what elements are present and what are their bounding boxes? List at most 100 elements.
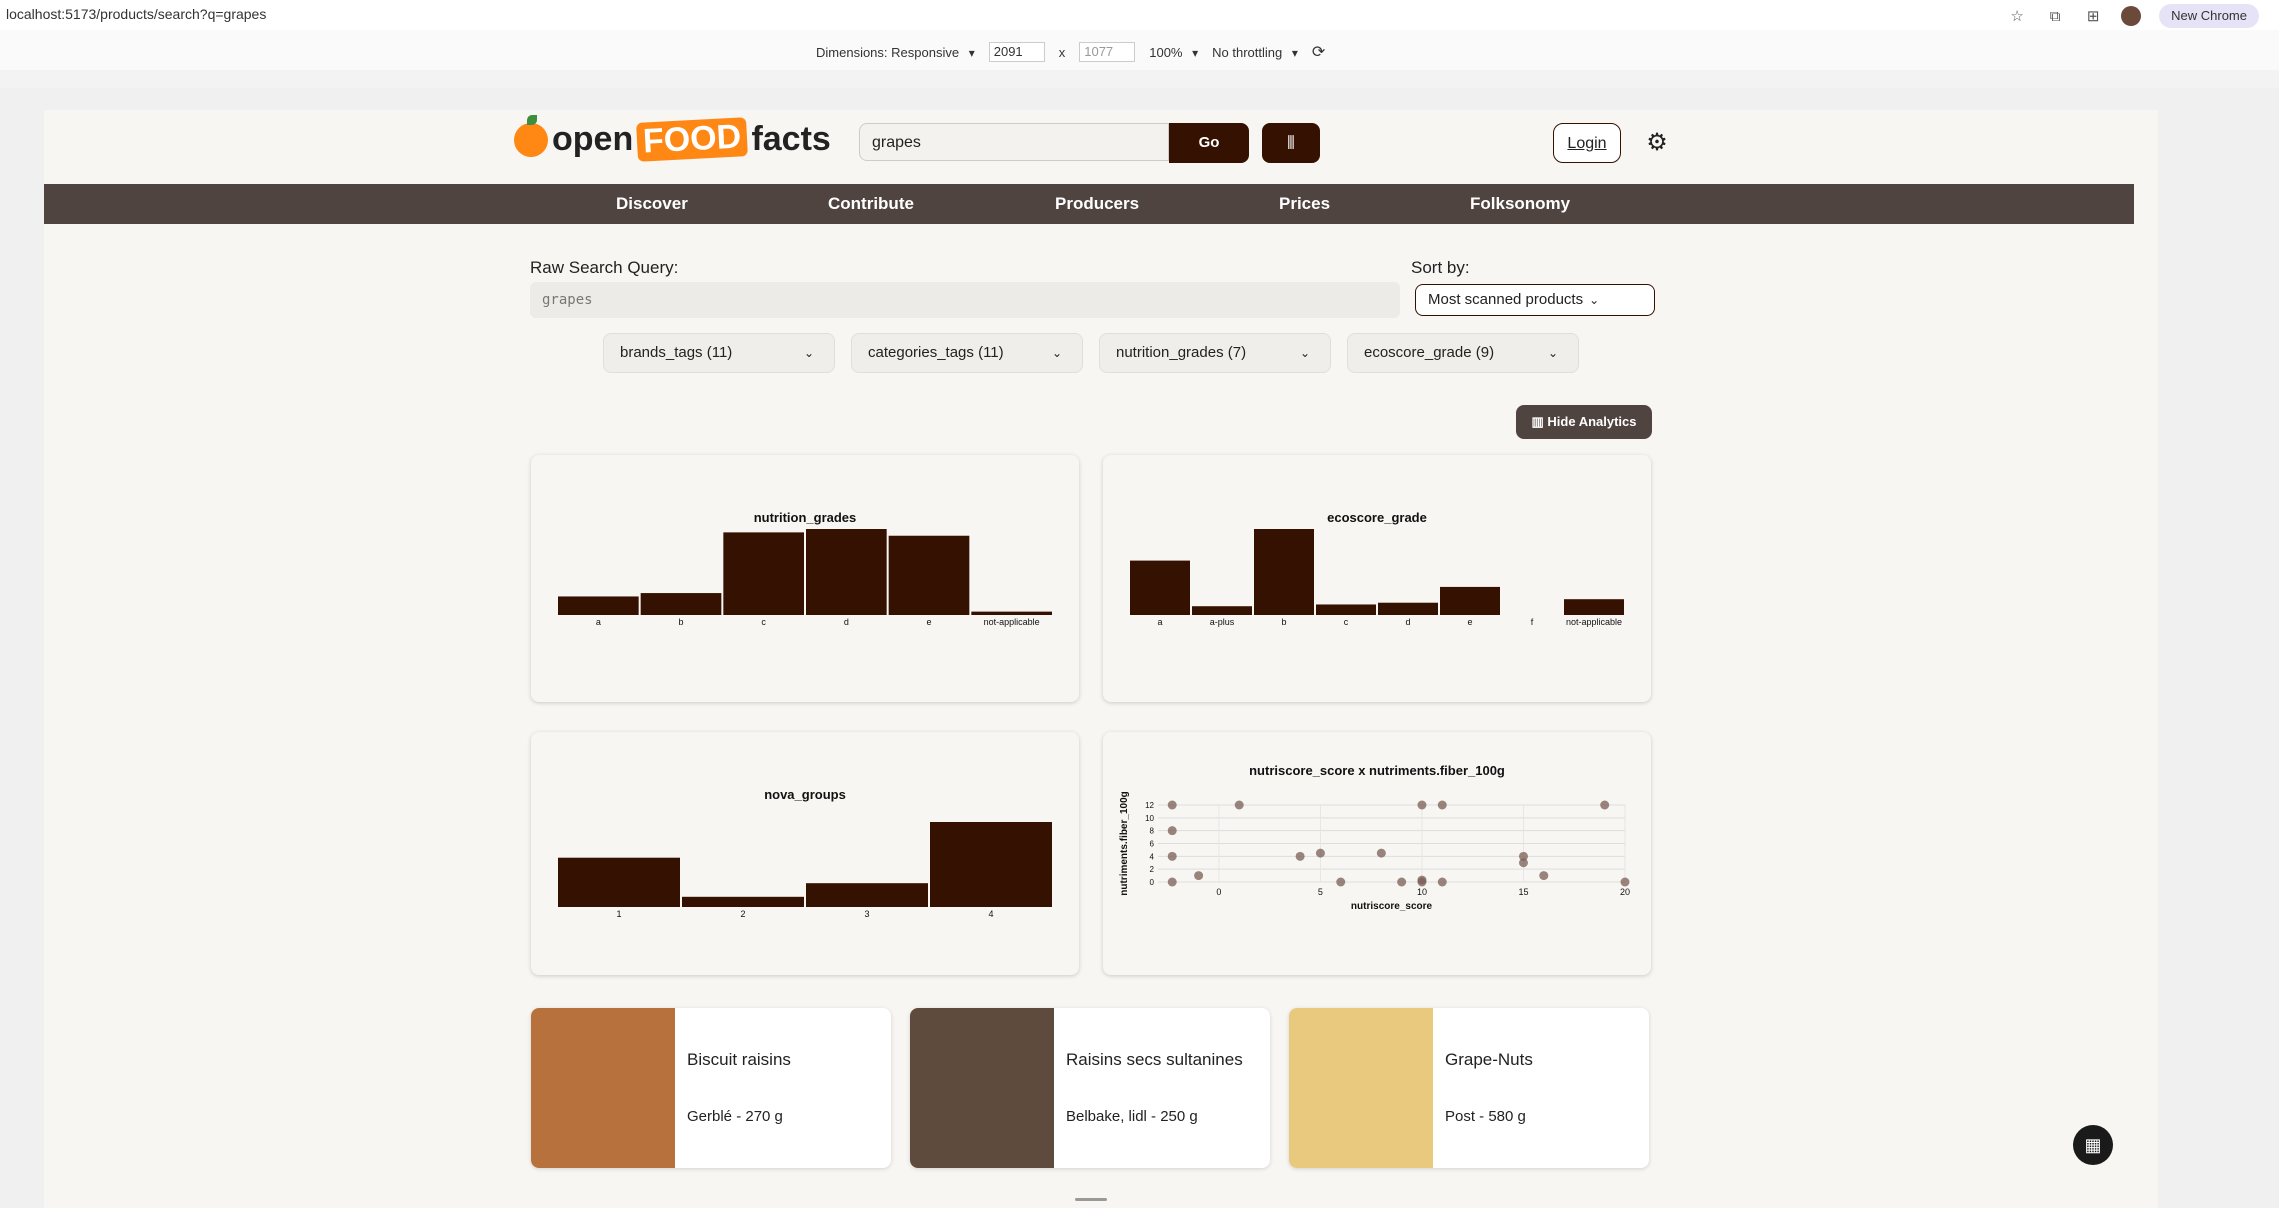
width-input[interactable]: 2091 — [988, 42, 1045, 62]
go-button[interactable]: Go — [1169, 123, 1249, 163]
nav-item-contribute[interactable]: Contribute — [828, 184, 914, 224]
bar-chart-icon: ▥ — [1531, 414, 1544, 429]
scatter-point — [1167, 851, 1177, 861]
x-tick-label: 0 — [1216, 887, 1221, 897]
tick-label: d — [1405, 617, 1410, 627]
chart-bar — [558, 857, 680, 907]
tick-label: 2 — [740, 909, 745, 919]
chevron-down-icon: ⌄ — [803, 346, 814, 360]
open-food-facts-logo[interactable]: open FOOD facts — [514, 114, 831, 162]
url-text[interactable]: localhost:5173/products/search?q=grapes — [6, 6, 266, 22]
y-axis-label: nutriments.fiber_100g — [1119, 791, 1130, 895]
nav-item-prices[interactable]: Prices — [1279, 184, 1330, 224]
nav-item-discover[interactable]: Discover — [616, 184, 688, 224]
scatter-point — [1376, 848, 1386, 858]
x-tick-label: 20 — [1620, 887, 1630, 897]
chart-bar — [1564, 599, 1624, 615]
x-tick-label: 10 — [1417, 887, 1427, 897]
y-tick-label: 6 — [1150, 840, 1155, 849]
tick-label: not-applicable — [1566, 617, 1622, 627]
hide-analytics-button[interactable]: ▥ Hide Analytics — [1516, 405, 1652, 439]
filter-categories-tags[interactable]: categories_tags (11) ⌄ — [851, 333, 1083, 373]
product-image — [1289, 1008, 1433, 1168]
logo-facts-text: facts — [751, 120, 831, 158]
filter-label: brands_tags (11) — [620, 344, 733, 361]
sort-by-select[interactable]: Most scanned products ⌄ — [1415, 284, 1655, 316]
throttling-dropdown[interactable]: No throttling ▾ — [1212, 45, 1298, 60]
filter-ecoscore-grade[interactable]: ecoscore_grade (9) ⌄ — [1347, 333, 1579, 373]
scatter-point — [1315, 848, 1325, 858]
product-subtitle: Gerblé - 270 g — [687, 1108, 783, 1125]
scatter-point — [1336, 877, 1346, 887]
page: open FOOD facts grapes Go ⦀ Login ⚙ Disc… — [44, 110, 2158, 1208]
chart-bar — [1316, 604, 1376, 615]
nav-item-folksonomy[interactable]: Folksonomy — [1470, 184, 1570, 224]
chart-bar — [806, 529, 887, 615]
product-subtitle: Belbake, lidl - 250 g — [1066, 1108, 1198, 1125]
scatter-point — [1397, 877, 1407, 887]
y-tick-label: 10 — [1145, 814, 1154, 823]
puzzle-icon[interactable]: ⊞ — [2083, 6, 2103, 26]
chart-bar — [640, 593, 722, 615]
chart-bar — [806, 883, 928, 907]
chart-card-scatter: nutriscore_score x nutriments.fiber_100g… — [1103, 732, 1651, 975]
filter-brands-tags[interactable]: brands_tags (11) ⌄ — [603, 333, 835, 373]
logo-fruit-icon — [514, 114, 548, 157]
chevron-down-icon: ⌄ — [1589, 293, 1600, 307]
filter-label: nutrition_grades (7) — [1116, 344, 1247, 361]
chart-bar — [971, 611, 1052, 615]
chevron-down-icon: ⌄ — [1299, 346, 1310, 360]
chevron-down-icon: ▾ — [968, 45, 975, 60]
dimensions-dropdown[interactable]: Dimensions: Responsive ▾ — [816, 45, 975, 60]
tick-label: b — [678, 617, 683, 627]
logo-open-text: open — [552, 120, 634, 158]
filter-nutrition-grades[interactable]: nutrition_grades (7) ⌄ — [1099, 333, 1331, 373]
tick-label: not-applicable — [984, 617, 1040, 627]
extension-icon[interactable]: ⧉ — [2045, 6, 2065, 26]
scatter-point — [1620, 877, 1630, 887]
raw-search-query-input[interactable]: grapes — [530, 282, 1400, 318]
chart-bar — [1192, 606, 1252, 615]
calculator-button[interactable]: ▦ — [2073, 1125, 2113, 1165]
login-button[interactable]: Login — [1553, 123, 1621, 163]
tick-label: e — [1467, 617, 1472, 627]
x-tick-label: 5 — [1318, 887, 1323, 897]
zoom-dropdown[interactable]: 100% ▾ — [1149, 45, 1198, 60]
search-input[interactable]: grapes — [859, 123, 1169, 161]
gear-icon[interactable]: ⚙ — [1642, 128, 1672, 158]
tick-label: 1 — [616, 909, 621, 919]
tick-label: a-plus — [1210, 617, 1235, 627]
chart-svg: ecoscore_gradea a-plus b c d e f not-applicable — [1130, 510, 1624, 627]
resize-handle[interactable] — [1075, 1198, 1107, 1201]
tick-label: f — [1531, 617, 1534, 627]
scatter-point — [1417, 875, 1427, 885]
height-input[interactable]: 1077 — [1079, 42, 1136, 62]
nav-item-producers[interactable]: Producers — [1055, 184, 1139, 224]
barcode-scan-button[interactable]: ⦀ — [1262, 123, 1320, 163]
chevron-down-icon: ⌄ — [1051, 346, 1062, 360]
main-nav: Discover Contribute Producers Prices Fol… — [44, 184, 2134, 224]
hide-analytics-label: Hide Analytics — [1547, 414, 1637, 429]
sort-by-label: Sort by: — [1411, 258, 1470, 277]
y-tick-label: 0 — [1150, 878, 1155, 887]
scatter-point — [1295, 851, 1305, 861]
chart-bar — [1378, 602, 1438, 615]
chevron-down-icon: ▾ — [1192, 45, 1199, 60]
devtools-device-toolbar: Dimensions: Responsive ▾ 2091 x 1077 100… — [0, 30, 2279, 71]
chart-bar — [1440, 586, 1500, 615]
chart-card-nutrition-grades: nutrition_grades a b c d e not-applicable — [531, 455, 1079, 702]
rotate-icon[interactable]: ⟳ — [1312, 42, 1325, 62]
profile-avatar[interactable] — [2121, 6, 2142, 26]
y-tick-label: 4 — [1150, 852, 1155, 861]
product-card[interactable]: Grape-Nuts Post - 580 g — [1289, 1008, 1649, 1168]
product-image — [910, 1008, 1054, 1168]
barcode-icon: ⦀ — [1287, 133, 1295, 153]
star-icon[interactable]: ☆ — [2007, 6, 2027, 26]
media-query-ruler — [0, 70, 2279, 89]
chart-title: ecoscore_grade — [1327, 510, 1427, 525]
sort-value: Most scanned products — [1428, 291, 1584, 308]
product-card[interactable]: Biscuit raisins Gerblé - 270 g — [531, 1008, 891, 1168]
product-card[interactable]: Raisins secs sultanines Belbake, lidl - … — [910, 1008, 1270, 1168]
new-chrome-button[interactable]: New Chrome — [2159, 4, 2259, 28]
y-tick-label: 2 — [1150, 865, 1155, 874]
